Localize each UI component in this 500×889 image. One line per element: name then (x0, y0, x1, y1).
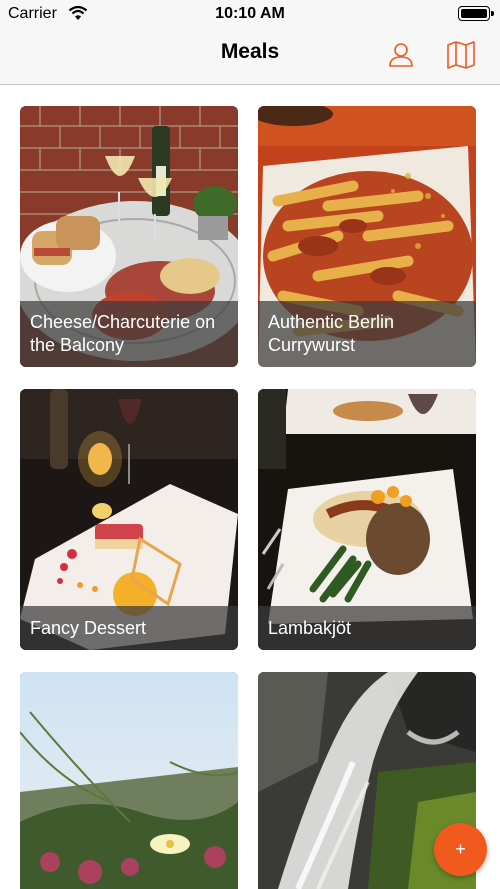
battery-icon (458, 6, 494, 21)
meal-title: Cheese/Charcuterie on the Balcony (20, 301, 238, 367)
navigation-bar: Meals (0, 28, 500, 85)
map-icon (447, 41, 475, 69)
meal-title: Lambakjöt (258, 606, 476, 650)
meal-photo (20, 672, 238, 889)
meal-title: Authentic Berlin Currywurst (258, 301, 476, 367)
meal-title: Fancy Dessert (20, 606, 238, 650)
plus-icon: + (455, 839, 466, 859)
meal-card[interactable] (20, 672, 238, 889)
status-time: 10:10 AM (215, 5, 285, 22)
meal-card[interactable]: Authentic Berlin Currywurst (258, 106, 476, 367)
status-bar: Carrier 10:10 AM (0, 0, 500, 28)
meal-card[interactable]: Cheese/Charcuterie on the Balcony (20, 106, 238, 367)
add-meal-button[interactable]: + (434, 823, 487, 876)
person-icon (389, 43, 413, 67)
map-button[interactable] (445, 40, 477, 70)
meal-card[interactable]: Lambakjöt (258, 389, 476, 650)
page-title: Meals (220, 40, 280, 63)
meal-card[interactable]: Fancy Dessert (20, 389, 238, 650)
profile-button[interactable] (385, 40, 417, 70)
